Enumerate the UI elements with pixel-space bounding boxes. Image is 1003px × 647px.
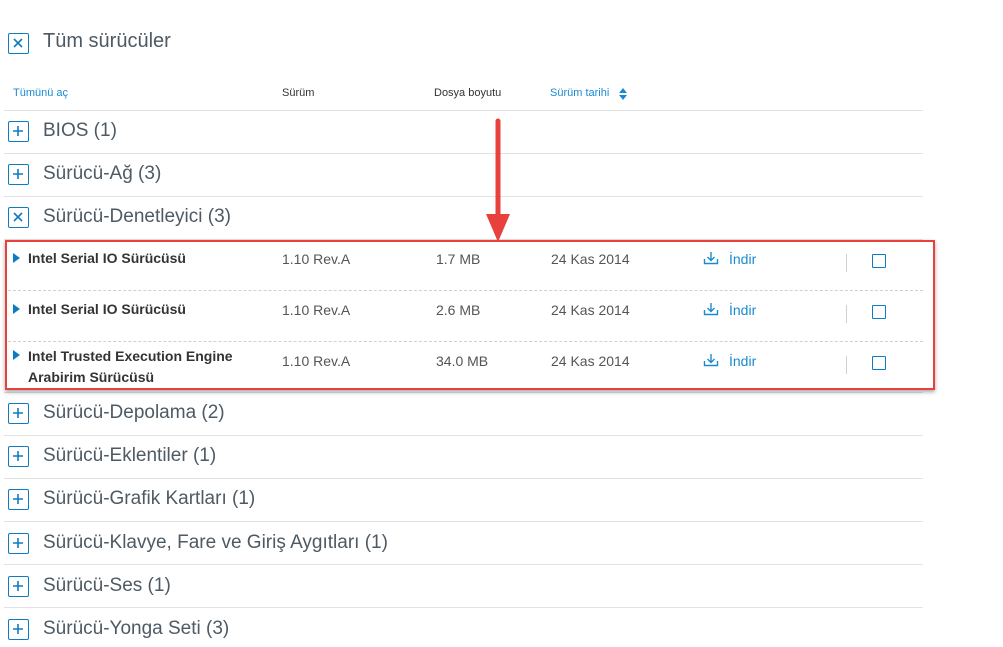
category-audio[interactable]: Sürücü-Ses (1) <box>43 575 171 597</box>
category-input-devices[interactable]: Sürücü-Klavye, Fare ve Giriş Aygıtları (… <box>43 532 388 554</box>
expand-icon[interactable] <box>8 576 29 597</box>
expand-icon[interactable] <box>8 446 29 467</box>
divider <box>4 196 923 197</box>
divider <box>4 607 923 608</box>
expand-icon[interactable] <box>8 533 29 554</box>
expand-icon[interactable] <box>8 489 29 510</box>
arrow-down-icon <box>486 118 510 242</box>
divider <box>4 521 923 522</box>
category-controller[interactable]: Sürücü-Denetleyici (3) <box>43 206 231 228</box>
category-bios[interactable]: BIOS (1) <box>43 120 117 142</box>
divider <box>4 478 923 479</box>
divider <box>4 110 923 111</box>
highlight-box <box>5 240 935 390</box>
category-network[interactable]: Sürücü-Ağ (3) <box>43 163 161 185</box>
collapse-icon[interactable] <box>8 207 29 228</box>
expand-icon[interactable] <box>8 403 29 424</box>
category-graphics[interactable]: Sürücü-Grafik Kartları (1) <box>43 488 255 510</box>
sort-icon[interactable] <box>618 87 628 101</box>
version-column-header: Sürüm <box>282 87 315 99</box>
divider <box>4 435 923 436</box>
expand-all-link[interactable]: Tümünü aç <box>13 87 68 99</box>
expand-icon[interactable] <box>8 164 29 185</box>
category-chipset[interactable]: Sürücü-Yonga Seti (3) <box>43 618 229 640</box>
expand-icon[interactable] <box>8 619 29 640</box>
collapse-all-icon[interactable] <box>8 33 29 54</box>
release-date-column-header[interactable]: Sürüm tarihi <box>550 87 609 99</box>
divider <box>4 392 923 393</box>
all-drivers-label[interactable]: Tüm sürücüler <box>43 30 171 53</box>
divider <box>4 564 923 565</box>
file-size-column-header: Dosya boyutu <box>434 87 502 99</box>
expand-icon[interactable] <box>8 121 29 142</box>
category-storage[interactable]: Sürücü-Depolama (2) <box>43 402 225 424</box>
divider <box>4 153 923 154</box>
category-addons[interactable]: Sürücü-Eklentiler (1) <box>43 445 216 467</box>
